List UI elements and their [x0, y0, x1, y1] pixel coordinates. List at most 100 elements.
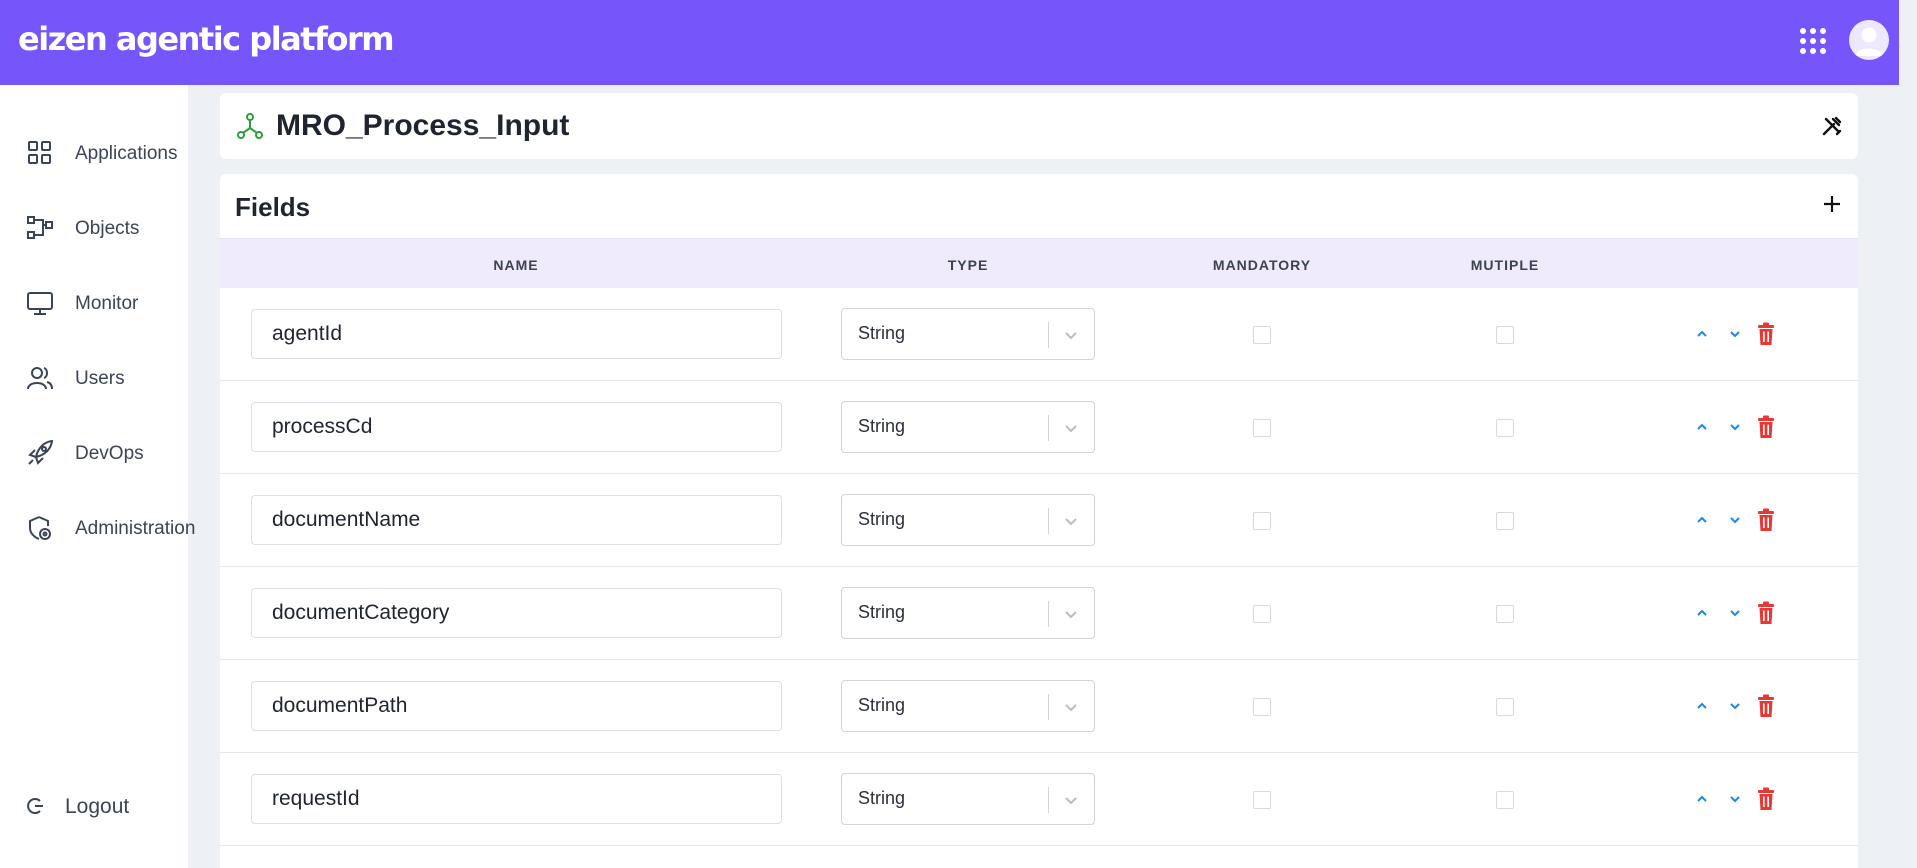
field-name-input[interactable]	[251, 495, 782, 545]
field-name-input[interactable]	[251, 774, 782, 824]
mandatory-checkbox[interactable]	[1253, 791, 1271, 809]
delete-icon[interactable]	[1756, 322, 1776, 346]
move-down-icon[interactable]	[1727, 791, 1743, 807]
field-row: String	[220, 567, 1858, 660]
page-title: MRO_Process_Input	[276, 109, 570, 142]
move-up-icon[interactable]	[1694, 326, 1710, 342]
column-header-name: NAME	[493, 257, 539, 273]
multiple-checkbox[interactable]	[1496, 512, 1514, 530]
users-icon	[27, 367, 53, 390]
multiple-checkbox[interactable]	[1496, 698, 1514, 716]
mandatory-checkbox[interactable]	[1253, 326, 1271, 344]
add-field-icon[interactable]	[1820, 192, 1844, 216]
sidebar-item-label: DevOps	[75, 443, 144, 464]
sidebar-item-label: Administration	[75, 518, 196, 539]
column-header-multiple: MUTIPLE	[1470, 257, 1540, 273]
field-row: String	[220, 381, 1858, 474]
multiple-checkbox[interactable]	[1496, 326, 1514, 344]
move-down-icon[interactable]	[1727, 698, 1743, 714]
chevron-down-icon	[1065, 611, 1077, 619]
sidebar-item-objects[interactable]: Objects	[0, 200, 188, 256]
mandatory-checkbox[interactable]	[1253, 605, 1271, 623]
field-row: String	[220, 660, 1858, 753]
field-name-input[interactable]	[251, 681, 782, 731]
sidebar-item-applications[interactable]: Applications	[0, 125, 188, 181]
field-row: String	[220, 474, 1858, 567]
rocket-icon	[28, 439, 54, 465]
chevron-down-icon	[1065, 704, 1077, 712]
move-down-icon[interactable]	[1727, 419, 1743, 435]
field-type-select[interactable]: String	[841, 587, 1095, 639]
column-header-type: TYPE	[947, 257, 989, 273]
multiple-checkbox[interactable]	[1496, 419, 1514, 437]
fields-panel: Fields NAME TYPE MANDATORY MUTIPLE Strin…	[220, 174, 1858, 868]
select-separator	[1048, 415, 1049, 441]
move-up-icon[interactable]	[1694, 512, 1710, 528]
move-up-icon[interactable]	[1694, 791, 1710, 807]
move-up-icon[interactable]	[1694, 698, 1710, 714]
field-type-select[interactable]: String	[841, 680, 1095, 732]
field-name-input[interactable]	[251, 588, 782, 638]
top-bar: eizen agentic platform	[0, 0, 1899, 85]
delete-icon[interactable]	[1756, 601, 1776, 625]
sidebar-item-label: Applications	[75, 143, 178, 164]
mandatory-checkbox[interactable]	[1253, 419, 1271, 437]
multiple-checkbox[interactable]	[1496, 791, 1514, 809]
move-up-icon[interactable]	[1694, 605, 1710, 621]
chevron-down-icon	[1065, 797, 1077, 805]
mandatory-checkbox[interactable]	[1253, 512, 1271, 530]
logout-button[interactable]: Logout	[0, 782, 188, 832]
fields-table-header: NAME TYPE MANDATORY MUTIPLE	[220, 238, 1858, 288]
sidebar-item-label: Users	[75, 368, 125, 389]
grid-icon	[28, 141, 51, 164]
delete-icon[interactable]	[1756, 508, 1776, 532]
chevron-down-icon	[1065, 425, 1077, 433]
field-type-select[interactable]: String	[841, 308, 1095, 360]
field-type-value: String	[858, 602, 906, 622]
mandatory-checkbox[interactable]	[1253, 698, 1271, 716]
field-name-input[interactable]	[251, 309, 782, 359]
sidebar-item-administration[interactable]: Administration	[0, 500, 195, 556]
edit-tools-icon[interactable]	[1820, 114, 1844, 138]
sidebar-item-monitor[interactable]: Monitor	[0, 275, 188, 331]
objects-icon	[27, 216, 53, 239]
field-type-value: String	[858, 509, 906, 529]
move-down-icon[interactable]	[1727, 326, 1743, 342]
logout-icon	[27, 798, 43, 814]
field-type-select[interactable]: String	[841, 773, 1095, 825]
field-name-input[interactable]	[251, 402, 782, 452]
object-header: MRO_Process_Input	[220, 93, 1858, 159]
delete-icon[interactable]	[1756, 787, 1776, 811]
brand-logo: eizen agentic platform	[18, 20, 395, 58]
apps-grid-icon[interactable]	[1799, 27, 1827, 55]
field-type-value: String	[858, 416, 906, 436]
select-separator	[1048, 787, 1049, 813]
shield-gear-icon	[29, 516, 51, 540]
sidebar-item-label: Monitor	[75, 293, 139, 314]
move-down-icon[interactable]	[1727, 605, 1743, 621]
chevron-down-icon	[1065, 518, 1077, 526]
field-type-select[interactable]: String	[841, 401, 1095, 453]
multiple-checkbox[interactable]	[1496, 605, 1514, 623]
logout-label: Logout	[65, 795, 130, 818]
sidebar: Applications Objects Monitor Users DevOp…	[0, 85, 195, 868]
move-up-icon[interactable]	[1694, 419, 1710, 435]
chevron-down-icon	[1065, 332, 1077, 340]
field-type-value: String	[858, 323, 906, 343]
fields-section-title: Fields	[235, 192, 311, 222]
select-separator	[1048, 508, 1049, 534]
select-separator	[1048, 694, 1049, 720]
sidebar-item-users[interactable]: Users	[0, 350, 188, 406]
user-avatar[interactable]	[1849, 20, 1889, 60]
move-down-icon[interactable]	[1727, 512, 1743, 528]
column-header-mandatory: MANDATORY	[1212, 257, 1312, 273]
field-type-select[interactable]: String	[841, 494, 1095, 546]
delete-icon[interactable]	[1756, 694, 1776, 718]
field-row: String	[220, 288, 1858, 381]
field-type-value: String	[858, 788, 906, 808]
delete-icon[interactable]	[1756, 415, 1776, 439]
sidebar-item-devops[interactable]: DevOps	[0, 425, 188, 481]
user-avatar-icon	[1855, 27, 1883, 56]
monitor-icon	[27, 292, 53, 315]
sidebar-item-label: Objects	[75, 218, 140, 239]
